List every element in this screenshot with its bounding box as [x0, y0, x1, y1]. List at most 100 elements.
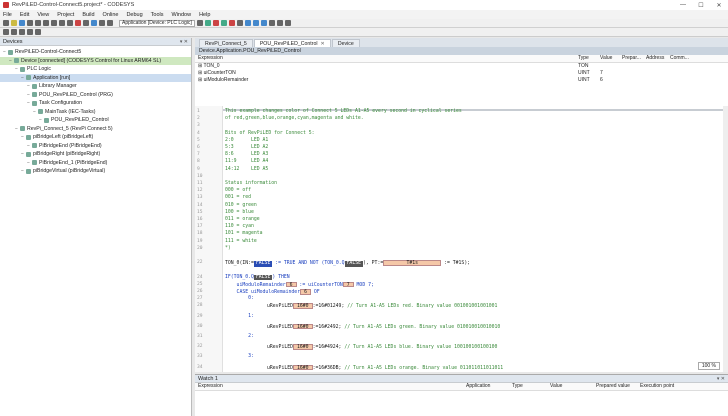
declaration-prepared[interactable]	[619, 62, 643, 69]
col-expression[interactable]: Expression	[195, 55, 575, 63]
menu-project[interactable]: Project	[57, 12, 74, 18]
close-tab-icon[interactable]: ✕	[321, 41, 325, 47]
code-editor[interactable]: 1 This example changes color of Connect 5…	[195, 106, 723, 372]
declaration-expression: ⊞ uiModuloRemainder	[195, 76, 575, 83]
tree-node[interactable]: − Application [run]	[0, 73, 191, 82]
code-text: MOD 7;	[353, 282, 374, 288]
watch-col-type[interactable]: Type	[509, 383, 547, 391]
col-address[interactable]: Address	[643, 55, 667, 63]
breakpoint-icon[interactable]	[268, 20, 275, 26]
tree-node[interactable]: − piBridgeRight (piBridgeRight)	[0, 150, 191, 159]
menu-debug[interactable]: Debug	[126, 12, 142, 18]
application-selector[interactable]: Application [Device: PLC Logic]	[119, 19, 195, 27]
build-icon[interactable]	[99, 20, 105, 26]
bookmark-icon[interactable]	[91, 20, 97, 26]
step-out-icon[interactable]	[260, 20, 267, 26]
col-comment[interactable]: Comm...	[667, 55, 728, 63]
tab-revpi-connect-5[interactable]: RevPi_Connect_5	[199, 39, 253, 47]
watch-col-expression[interactable]: Expression	[195, 383, 463, 391]
tree-node[interactable]: − Library Manager	[0, 82, 191, 91]
print-icon[interactable]	[27, 20, 33, 26]
pane-controls[interactable]: ▾ ✕	[180, 39, 188, 45]
menu-edit[interactable]: Edit	[20, 12, 29, 18]
col-value[interactable]: Value	[597, 55, 619, 63]
paste-icon[interactable]	[67, 20, 73, 26]
tree-node[interactable]: − POU_RevPiLED_Control (PRG)	[0, 91, 191, 100]
device-tree: − RevPiLED-Control-Connect5− Device [conne…	[0, 46, 191, 176]
col-type[interactable]: Type	[575, 55, 597, 63]
save-icon[interactable]	[19, 20, 25, 26]
tab-device[interactable]: Device	[331, 39, 360, 47]
force-values-icon[interactable]	[284, 20, 291, 26]
cut-icon[interactable]	[51, 20, 57, 26]
maximize-button[interactable]: ☐	[692, 2, 710, 9]
col-prepared[interactable]: Prepar...	[619, 55, 643, 63]
insert-icon[interactable]	[3, 29, 9, 35]
device-node-icon	[44, 117, 49, 123]
reset-icon[interactable]	[236, 20, 243, 26]
login-icon[interactable]	[204, 20, 211, 26]
tree-node[interactable]: − piBridgeLeft (piBridgeLeft)	[0, 133, 191, 142]
redo-icon[interactable]	[43, 20, 49, 26]
copy-icon[interactable]	[59, 20, 65, 26]
declaration-type: UINT	[578, 76, 590, 83]
menu-view[interactable]: View	[37, 12, 49, 18]
comment-icon[interactable]	[11, 29, 17, 35]
find-icon[interactable]	[83, 20, 89, 26]
device-node-icon	[32, 100, 37, 106]
new-file-icon[interactable]	[3, 20, 9, 26]
led-assign-line: 3:	[225, 354, 254, 359]
menu-build[interactable]: Build	[82, 12, 94, 18]
rebuild-icon[interactable]	[107, 20, 113, 26]
tab-pou-revpiled-control[interactable]: POU_RevPiLED_Control ✕	[253, 39, 331, 47]
tree-node[interactable]: − PLC Logic	[0, 65, 191, 74]
menu-tools[interactable]: Tools	[151, 12, 164, 18]
tree-node[interactable]: − POU_RevPiLED_Control	[0, 116, 191, 125]
zoom-selector[interactable]: 100 %	[697, 362, 720, 370]
indent-icon[interactable]	[19, 29, 25, 35]
line-number: 31	[197, 334, 203, 339]
tree-node[interactable]: − Task Configuration	[0, 99, 191, 108]
step-into-icon[interactable]	[252, 20, 259, 26]
tree-node[interactable]: − MainTask (IEC-Tasks)	[0, 108, 191, 117]
format-icon[interactable]	[35, 29, 41, 35]
write-values-icon[interactable]	[276, 20, 283, 26]
watch-pane-controls[interactable]: ▾ ✕	[717, 376, 725, 382]
tree-node[interactable]: − piBridgeVirtual (piBridgeVirtual)	[0, 167, 191, 176]
menu-window[interactable]: Window	[172, 12, 192, 18]
watch-col-value[interactable]: Value	[547, 383, 593, 391]
stop-icon[interactable]	[228, 20, 235, 26]
watch-col-execution-point[interactable]: Execution point	[637, 383, 728, 391]
declaration-row[interactable]: ⊞ TON_0 TON	[195, 62, 728, 69]
declaration-prepared[interactable]	[619, 76, 643, 83]
watch-col-prepared-value[interactable]: Prepared value	[593, 383, 637, 391]
menu-online[interactable]: Online	[103, 12, 119, 18]
delete-icon[interactable]	[75, 20, 81, 26]
undo-icon[interactable]	[35, 20, 41, 26]
tree-node[interactable]: − RevPiLED-Control-Connect5	[0, 48, 191, 57]
line-number: 24	[197, 274, 203, 280]
open-folder-icon[interactable]	[11, 20, 17, 26]
start-icon[interactable]	[220, 20, 227, 26]
declaration-row[interactable]: ⊞ uiCounterTON UINT 7	[195, 69, 728, 76]
dropdown-arrow-icon[interactable]	[196, 20, 203, 26]
watch-col-application[interactable]: Application	[463, 383, 509, 391]
tree-node[interactable]: − Device [connected] (CODESYS Control for…	[0, 56, 191, 65]
code-comment-line: 010 = green	[225, 202, 257, 208]
minimize-button[interactable]: —	[674, 2, 692, 9]
vertical-scrollbar[interactable]	[723, 106, 728, 372]
close-button[interactable]: ✕	[710, 2, 728, 9]
declaration-row[interactable]: ⊞ uiModuloRemainder UINT 6	[195, 76, 728, 83]
declaration-prepared[interactable]	[619, 69, 643, 76]
tree-node[interactable]: − PiBridgeEnd_1 (PiBridgeEnd)	[0, 159, 191, 168]
outdent-icon[interactable]	[27, 29, 33, 35]
menu-help[interactable]: Help	[199, 12, 210, 18]
tree-node-label: PiBridgeEnd (PiBridgeEnd)	[39, 142, 102, 149]
menu-file[interactable]: File	[3, 12, 12, 18]
code-comment-line: 110 = cyan	[225, 224, 254, 230]
watch-table: Expression Application Type Value Prepar…	[195, 383, 728, 391]
logout-icon[interactable]	[212, 20, 219, 26]
tree-node[interactable]: − PiBridgeEnd (PiBridgeEnd)	[0, 142, 191, 151]
step-over-icon[interactable]	[244, 20, 251, 26]
tree-node[interactable]: − RevPi_Connect_5 (RevPi Connect 5)	[0, 125, 191, 134]
